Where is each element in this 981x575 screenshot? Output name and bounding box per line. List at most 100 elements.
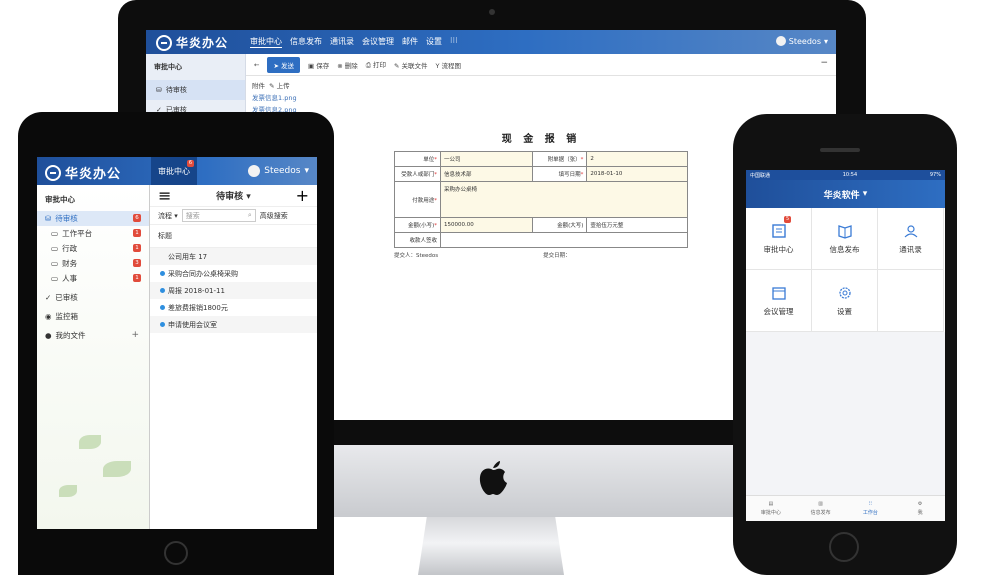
upload-button[interactable]: ✎ 上传 [269,82,290,90]
list-item[interactable]: 差旅费报销1800元 [150,299,317,316]
related-files-button[interactable]: ✎ 关联文件 [394,60,428,70]
sidebar-item-category[interactable]: ▭ 工作平台 1 [37,226,149,241]
sidebar-item-monitor[interactable]: ◉ 监控箱 [37,309,149,324]
list-item[interactable]: 申请使用会议室 [150,316,317,333]
list-item[interactable]: 采购合同办公桌椅采购 [150,265,317,282]
sidebar-item-category[interactable]: ▭ 财务 3 [37,256,149,271]
count-badge: 5 [784,216,792,223]
contacts-icon [904,224,917,237]
date-field[interactable]: 2018-01-10 [586,166,688,182]
advanced-search-button[interactable]: 高级搜索 [260,211,288,221]
sidebar-item-approved[interactable]: ✓ 已审核 [37,290,149,305]
send-button[interactable]: ➤ 发送 [267,56,300,73]
user-menu[interactable]: Steedos ▾ [775,36,828,46]
tab-badge: 6 [187,160,194,167]
tab-approval[interactable]: 审批中心 6 [151,157,197,185]
count-badge: 1 [133,229,141,237]
print-button[interactable]: ⎙ 打印 [366,59,386,70]
nav-settings[interactable]: 设置 [426,36,442,48]
receiver-field[interactable] [440,232,688,248]
count-badge: 1 [133,244,141,252]
brand-logo[interactable]: 华炎办公 [45,163,121,182]
menu-icon[interactable]: ≡ [158,186,171,205]
search-icon: ⌕ [247,211,252,219]
nav-approval[interactable]: 审批中心 [250,36,282,48]
book-icon: ▥ [818,501,823,507]
document-icon [771,223,786,238]
search-bar: 流程 ▾ 搜索 ⌕ 高级搜索 [150,207,317,225]
clock: 10:54 [842,172,858,178]
calendar-icon [771,286,786,300]
leaf-decoration [103,461,131,477]
purpose-field[interactable]: 采购办公桌椅 [440,181,688,218]
unread-dot [160,288,165,293]
sidebar-item-category[interactable]: ▭ 人事 1 [37,271,149,286]
folder-icon: ▭ [51,229,59,238]
tablet-list-panel: ≡ 待审核 ▾ + 流程 ▾ 搜索 ⌕ 高级搜索 标题 公司用车 17 采购合同… [150,185,317,529]
app-settings[interactable]: 设置 [812,270,878,332]
add-icon[interactable]: + [296,186,309,205]
sidebar-item-category[interactable]: ▭ 行政 1 [37,241,149,256]
app-approval[interactable]: 5 审批中心 [746,208,812,270]
submit-date: 提交日期： [543,253,571,259]
nav-mail[interactable]: 邮件 [402,36,418,48]
amount-big-label: 金额(大写) [532,217,588,233]
task-list: 公司用车 17 采购合同办公桌椅采购 周报 2018-01-11 差旅费报销18… [150,248,317,333]
nav-meetings[interactable]: 会议管理 [362,36,394,48]
column-header: 标题 [150,225,317,248]
sidebar-item-my-files[interactable]: ● 我的文件 + [37,328,149,343]
desktop-topbar: 华炎办公 审批中心 信息发布 通讯录 会议管理 邮件 设置 ⁝⁝⁝ Steedo… [146,30,836,54]
add-icon[interactable]: + [131,330,139,340]
dept-field[interactable]: 信息技术部 [439,166,534,182]
folder-icon: ▭ [51,259,59,268]
flowchart-button[interactable]: Y 流程图 [436,60,462,70]
app-news[interactable]: 信息发布 [812,208,878,270]
form-title: 现 金 报 销 [501,134,581,145]
inbox-icon: ⛁ [45,214,52,223]
tab-news[interactable]: ▥ 信息发布 [796,496,846,521]
amount-small-field[interactable]: 150000.00 [439,217,534,233]
sidebar-title: 审批中心 [154,63,182,71]
unread-dot [160,271,165,276]
tab-me[interactable]: ⚙ 我 [895,496,945,521]
phone-app: 中国联通 10:54 97% 华炎软件 ▾ 5 审批中心 信息发布 通讯录 会议… [746,170,945,521]
apps-grid-icon[interactable]: ⁝⁝⁝ [450,36,458,48]
list-title[interactable]: 待审核 ▾ [216,189,251,202]
unit-label: 单位* [394,151,441,167]
unit-field[interactable]: 一公司 [439,151,534,167]
list-item[interactable]: 公司用车 17 [150,248,317,265]
nav-contacts[interactable]: 通讯录 [330,36,354,48]
attachment-link[interactable]: 发票信息1.png [252,92,297,104]
amount-small-label: 金额(小写)* [394,217,441,233]
attachments: 附件 ✎ 上传 发票信息1.png 发票信息2.png [246,80,297,116]
app-meetings[interactable]: 会议管理 [746,270,812,332]
leaf-decoration [79,435,101,449]
user-menu[interactable]: Steedos ▾ [248,165,309,177]
back-arrow-icon[interactable]: ← [254,61,259,69]
flow-filter[interactable]: 流程 ▾ [158,211,178,221]
purpose-label: 付款用途* [394,181,441,218]
list-item[interactable]: 周报 2018-01-11 [150,282,317,299]
tab-workbench[interactable]: ⁝⁝ 工作台 [846,496,896,521]
delete-button[interactable]: ⊗ 删除 [337,60,358,70]
app-contacts[interactable]: 通讯录 [878,208,944,270]
search-input[interactable]: 搜索 ⌕ [181,209,256,222]
unread-dot [160,322,165,327]
app-title[interactable]: 华炎软件 ▾ [746,180,945,208]
attachments-label: 附件 [252,82,265,90]
sidebar-item-pending[interactable]: ⛁ 待审核 [146,80,245,100]
collapse-button[interactable]: − [820,58,828,68]
form-footer: 提交人：Steedos 提交日期： [394,251,688,259]
eye-icon: ◉ [45,312,52,321]
form-table: 单位* 一公司 附单据（张）* 2 受款人或部门* 信息技术部 填写日期* 20… [394,151,688,248]
nav-news[interactable]: 信息发布 [290,36,322,48]
folder-icon: ▭ [51,274,59,283]
avatar [248,165,261,177]
sidebar-item-pending[interactable]: ⛁ 待审核 6 [37,211,149,226]
attach-count-field[interactable]: 2 [586,151,688,167]
leaf-decoration [59,485,77,497]
brand-logo[interactable]: 华炎办公 [156,34,228,51]
save-button[interactable]: ▣ 保存 [308,60,329,70]
receiver-label: 收款人签收 [394,232,441,248]
tab-approval[interactable]: ▤ 审批中心 [746,496,796,521]
